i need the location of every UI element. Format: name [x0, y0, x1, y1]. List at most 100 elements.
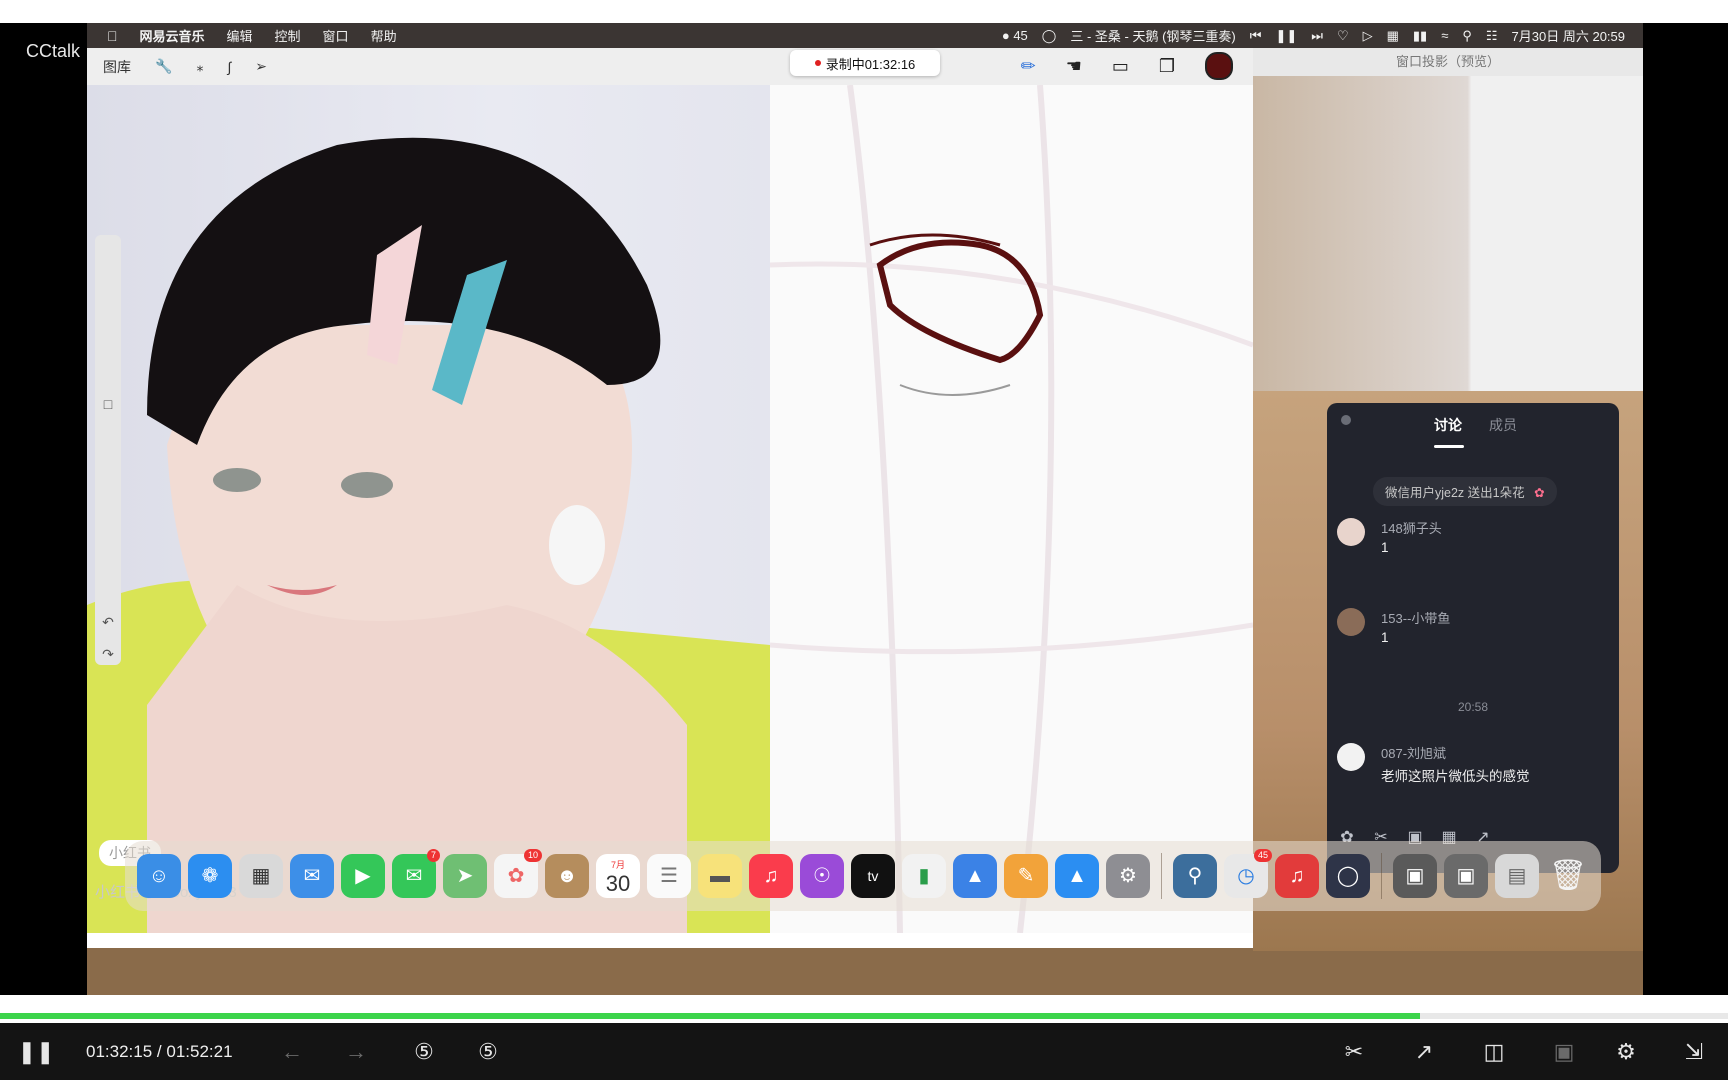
selection-icon[interactable]: ∫ [227, 59, 231, 75]
eraser-icon[interactable]: ▭ [1112, 56, 1129, 77]
menu-window: 窗口 [312, 29, 349, 44]
reference-photo: □ ↶ ↷ 小红书 小红书号：Boxy7713 [87, 85, 770, 933]
app-store-icon[interactable]: ▲ [1055, 854, 1099, 898]
now-playing-text: 三 - 圣桑 - 天鹅 (钢琴三重奏) [1070, 29, 1236, 44]
previous-arrow-icon[interactable]: ← [276, 1023, 308, 1080]
facetime-icon[interactable]: ▶ [341, 854, 385, 898]
mail-icon[interactable]: ✉ [290, 854, 334, 898]
drawing-canvas[interactable] [769, 84, 1254, 934]
numbers-icon[interactable]: ▮ [902, 854, 946, 898]
redo-icon[interactable]: ↷ [99, 645, 117, 663]
obs-icon: ◯ [1041, 27, 1057, 43]
launchpad-icon[interactable]: ▦ [239, 854, 283, 898]
messages-badge: 7 [426, 849, 440, 862]
tv-label: tv [867, 868, 879, 884]
quicktime-icon[interactable]: ⚲ [1173, 854, 1217, 898]
shared-mac-desktop:  网易云音乐 编辑 控制 窗口 帮助 ● 45 ◯ 三 - 圣桑 - 天鹅 (… [87, 23, 1643, 995]
picture-in-picture-icon[interactable]: ▣ [1546, 1023, 1582, 1080]
recording-dot-icon [814, 60, 821, 66]
pages-icon[interactable]: ✎ [1004, 854, 1048, 898]
mac-dock: ☺ ❁ ▦ ✉ ▶ ✉ 7 ➤ ✿ 10 ☻ 7月 30 ☰ ▬ ♫ ☉ tv ▮ … [125, 841, 1601, 911]
transform-icon[interactable]: ➢ [255, 58, 267, 75]
recording-indicator: 录制中01:32:16 [790, 50, 940, 76]
procreate-left-sidebar: □ ↶ ↷ [95, 235, 121, 665]
recent-document-icon[interactable]: ▤ [1495, 854, 1539, 898]
notes-icon[interactable]: ▬ [698, 854, 742, 898]
progress-track[interactable] [0, 1013, 1728, 1019]
music-icon[interactable]: ♫ [749, 854, 793, 898]
recent-window-thumb-icon[interactable]: ▣ [1393, 854, 1437, 898]
layers-icon[interactable]: ❐ [1159, 56, 1175, 77]
wrench-icon[interactable]: 🔧 [155, 58, 172, 75]
input-icon: ▦ [1386, 27, 1399, 43]
exit-fullscreen-icon[interactable]: ⇲ [1676, 1023, 1712, 1080]
avatar [1337, 608, 1365, 636]
contacts-icon[interactable]: ☻ [545, 854, 589, 898]
menubar-status-area: ● 45 ◯ 三 - 圣桑 - 天鹅 (钢琴三重奏) ⏮ ❚❚ ⏭ ♡ ▷ ▦ … [1002, 23, 1625, 48]
keynote-icon[interactable]: ▲ [953, 854, 997, 898]
right-eye-shape [341, 472, 393, 498]
left-eye-shape [213, 468, 261, 492]
modify-square-icon[interactable]: □ [99, 395, 117, 413]
share-icon[interactable]: ↗ [1406, 1023, 1442, 1080]
maps-icon[interactable]: ➤ [443, 854, 487, 898]
message-sender: 148狮子头 [1381, 521, 1442, 536]
gift-notice: 微信用户yje2z 送出1朵花 ✿ [1373, 477, 1557, 506]
podcasts-icon[interactable]: ☉ [800, 854, 844, 898]
pause-button[interactable]: ❚❚ [18, 1023, 55, 1080]
menu-app-name: 网易云音乐 [129, 29, 205, 44]
settings-gear-icon[interactable]: ⚙ [1608, 1023, 1644, 1080]
chat-panel: 讨论 成员 微信用户yje2z 送出1朵花 ✿ 148狮子头 1 153--小带… [1327, 403, 1619, 873]
obs-app-icon[interactable]: ◯ [1326, 854, 1370, 898]
progress-fill [0, 1013, 1421, 1019]
reminders-icon[interactable]: ☰ [647, 854, 691, 898]
forward-5s-icon[interactable]: ⑤ [470, 1023, 506, 1080]
search-icon: ⚲ [1462, 27, 1472, 43]
gallery-button[interactable]: 图库 [103, 57, 131, 77]
top-white-bar [0, 0, 1728, 23]
smudge-icon[interactable]: ☚ [1066, 56, 1082, 77]
tab-discussion[interactable]: 讨论 [1434, 415, 1462, 435]
finder-icon[interactable]: ☺ [137, 854, 181, 898]
prev-track-icon: ⏮ [1249, 27, 1262, 43]
canvas-sketch [769, 84, 1254, 934]
tab-members[interactable]: 成员 [1489, 415, 1517, 435]
heart-icon: ♡ [1336, 27, 1349, 43]
eye-sketch-outline [876, 239, 1044, 364]
construction-line [847, 84, 903, 934]
message-text: 老师这照片微低头的感觉 [1381, 769, 1530, 784]
next-track-icon: ⏭ [1311, 27, 1323, 43]
recent-window-thumb-icon[interactable]: ▣ [1444, 854, 1488, 898]
trash-icon[interactable]: 🗑 [1546, 854, 1590, 898]
eye-sketch-lower [899, 384, 1011, 396]
cctalk-app-icon[interactable]: ◷ 45 [1224, 849, 1272, 898]
calendar-month: 7月 [610, 860, 625, 870]
play-circle-icon: ▷ [1362, 27, 1373, 43]
brush-icon[interactable]: ✏ [1021, 56, 1036, 77]
procreate-window: 图库 🔧 ⁎ ∫ ➢ 录制中01:32:16 ✏ ☚ ▭ ❐ □ ↶ ↷ [87, 48, 1254, 948]
next-arrow-icon[interactable]: → [340, 1023, 372, 1080]
video-player[interactable]: CCtalk  网易云音乐 编辑 控制 窗口 帮助 ● 45 ◯ 三 - 圣桑… [0, 23, 1728, 995]
photos-icon[interactable]: ✿ 10 [494, 849, 542, 898]
rewind-5s-icon[interactable]: ⑤ [406, 1023, 442, 1080]
safari-icon[interactable]: ❁ [188, 854, 232, 898]
avatar [1337, 743, 1365, 771]
menu-edit: 编辑 [216, 29, 253, 44]
battery-icon: ▮▮ [1412, 27, 1428, 43]
menu-control: 控制 [264, 29, 301, 44]
calendar-icon[interactable]: 7月 30 [596, 854, 640, 898]
system-preferences-icon[interactable]: ⚙ [1106, 854, 1150, 898]
cctalk-badge: 45 [1253, 849, 1272, 862]
clip-scissors-icon[interactable]: ✂ [1336, 1023, 1372, 1080]
badge-count: 45 [1013, 28, 1028, 43]
cctalk-logo: CCtalk [26, 41, 81, 61]
time-display: 01:32:15 / 01:52:21 [86, 1023, 233, 1080]
color-picker-swatch[interactable] [1205, 52, 1233, 80]
apple-tv-icon[interactable]: tv [851, 854, 895, 898]
netease-music-icon[interactable]: ♫ [1275, 854, 1319, 898]
adjustments-icon[interactable]: ⁎ [196, 58, 203, 75]
danmaku-icon[interactable]: ◫ [1476, 1023, 1512, 1080]
undo-icon[interactable]: ↶ [99, 613, 117, 631]
preview-body [1253, 76, 1643, 391]
messages-icon[interactable]: ✉ 7 [392, 849, 440, 898]
